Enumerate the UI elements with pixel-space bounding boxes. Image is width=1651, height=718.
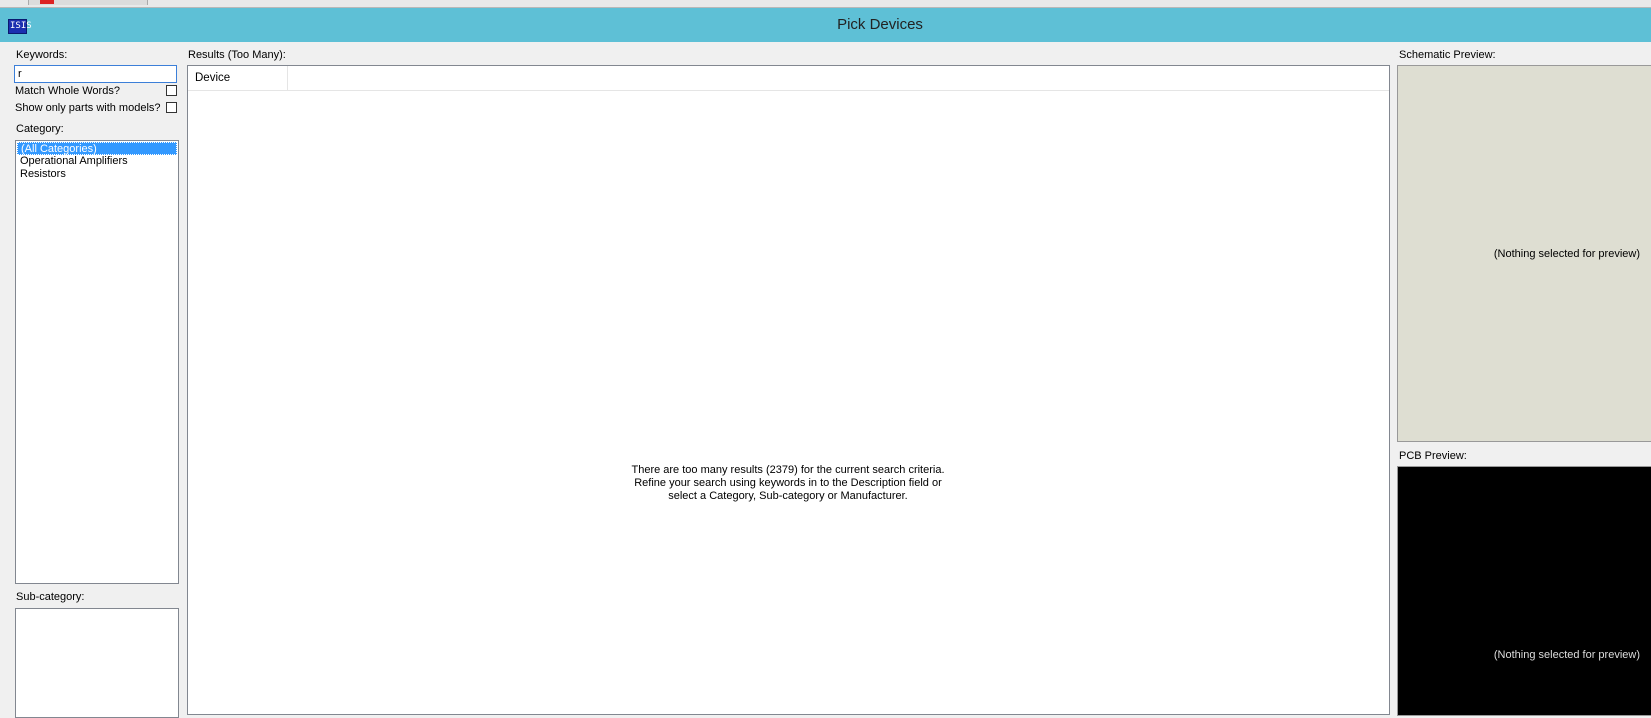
results-column-header: Device xyxy=(188,66,1389,91)
subcategory-label: Sub-category: xyxy=(16,591,85,603)
keywords-input[interactable] xyxy=(15,66,171,82)
category-label: Category: xyxy=(16,123,64,135)
show-only-models-checkbox[interactable] xyxy=(166,102,177,113)
window-title: Pick Devices xyxy=(837,16,923,33)
category-item-resistors[interactable]: Resistors xyxy=(17,168,177,181)
schematic-preview-label: Schematic Preview: xyxy=(1399,49,1496,61)
message-line-2: Refine your search using keywords in to … xyxy=(634,477,942,489)
message-line-1: There are too many results (2379) for th… xyxy=(631,464,945,476)
results-table[interactable]: Device There are too many results (2379)… xyxy=(187,65,1390,715)
title-bar[interactable]: ISIS Pick Devices xyxy=(0,8,1651,42)
message-line-3: select a Category, Sub-category or Manuf… xyxy=(668,490,908,502)
pcb-preview-placeholder: (Nothing selected for preview) xyxy=(1493,649,1640,661)
category-list[interactable]: (All Categories) Operational Amplifiers … xyxy=(15,140,179,584)
schematic-preview-placeholder: (Nothing selected for preview) xyxy=(1493,248,1640,260)
schematic-preview-pane: (Nothing selected for preview) xyxy=(1397,65,1651,442)
keywords-label: Keywords: xyxy=(16,49,68,61)
pcb-preview-label: PCB Preview: xyxy=(1399,450,1467,462)
show-only-models-label: Show only parts with models? xyxy=(15,102,161,114)
match-whole-words-checkbox[interactable] xyxy=(166,85,177,96)
category-item-all[interactable]: (All Categories) xyxy=(17,142,177,155)
subcategory-list[interactable] xyxy=(15,608,179,718)
app-tab-icon xyxy=(40,0,54,4)
taskbar-strip xyxy=(0,0,1651,8)
results-label: Results (Too Many): xyxy=(188,49,286,61)
pcb-preview-pane: (Nothing selected for preview) xyxy=(1397,466,1651,716)
match-whole-words-label: Match Whole Words? xyxy=(15,85,120,97)
too-many-results-message: There are too many results (2379) for th… xyxy=(188,464,1388,503)
keywords-input-box[interactable] xyxy=(14,65,177,83)
category-item-operational-amplifiers[interactable]: Operational Amplifiers xyxy=(17,155,177,168)
column-header-device[interactable]: Device xyxy=(188,66,288,90)
